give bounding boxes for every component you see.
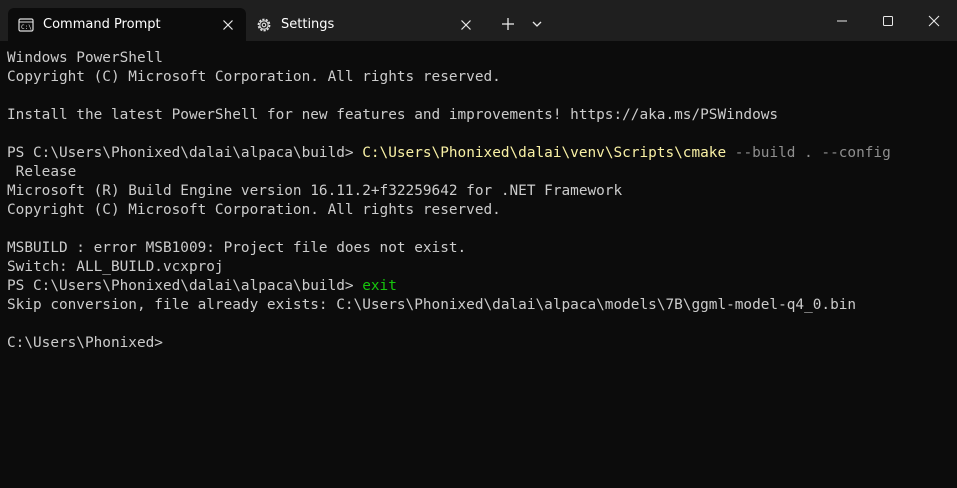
terminal-text: C:\Users\Phonixed> bbox=[7, 335, 163, 351]
gear-icon bbox=[256, 17, 272, 33]
terminal-text: Microsoft (R) Build Engine version 16.11… bbox=[7, 183, 623, 199]
terminal-line: Install the latest PowerShell for new fe… bbox=[7, 106, 952, 125]
terminal-text: exit bbox=[362, 278, 397, 294]
minimize-button[interactable] bbox=[819, 0, 865, 41]
close-icon bbox=[928, 15, 940, 27]
tab-command-prompt[interactable]: C:\ Command Prompt bbox=[8, 8, 246, 41]
terminal-text: Release bbox=[7, 164, 77, 180]
chevron-down-icon[interactable] bbox=[523, 10, 551, 38]
terminal-line: Switch: ALL_BUILD.vcxproj bbox=[7, 258, 952, 277]
close-tab-icon[interactable] bbox=[458, 17, 474, 33]
terminal-text: Switch: ALL_BUILD.vcxproj bbox=[7, 259, 224, 275]
terminal-line: PS C:\Users\Phonixed\dalai\alpaca\build>… bbox=[7, 144, 952, 163]
terminal-text: Copyright (C) Microsoft Corporation. All… bbox=[7, 69, 501, 85]
maximize-icon bbox=[883, 16, 893, 26]
terminal-line: MSBUILD : error MSB1009: Project file do… bbox=[7, 239, 952, 258]
terminal-line: Release bbox=[7, 163, 952, 182]
terminal-text: C:\Users\Phonixed\dalai\venv\Scripts\cma… bbox=[362, 145, 727, 161]
terminal-text: Windows PowerShell bbox=[7, 50, 163, 66]
terminal-line: Windows PowerShell bbox=[7, 49, 952, 68]
plus-icon[interactable] bbox=[494, 10, 522, 38]
terminal-text: MSBUILD : error MSB1009: Project file do… bbox=[7, 240, 467, 256]
tab-label: Command Prompt bbox=[43, 17, 161, 32]
terminal-text: PS C:\Users\Phonixed\dalai\alpaca\build> bbox=[7, 278, 363, 294]
title-bar[interactable]: C:\ Command Prompt Settings bbox=[0, 0, 957, 41]
terminal-text: --build . --config bbox=[726, 145, 891, 161]
minimize-icon bbox=[837, 20, 847, 22]
tab-label: Settings bbox=[281, 17, 335, 32]
terminal-text: Copyright (C) Microsoft Corporation. All… bbox=[7, 202, 501, 218]
terminal-line: Skip conversion, file already exists: C:… bbox=[7, 296, 952, 315]
terminal-line: Copyright (C) Microsoft Corporation. All… bbox=[7, 201, 952, 220]
close-tab-icon[interactable] bbox=[220, 17, 236, 33]
terminal-text: PS C:\Users\Phonixed\dalai\alpaca\build> bbox=[7, 145, 363, 161]
terminal-line: C:\Users\Phonixed> bbox=[7, 334, 952, 353]
terminal-icon: C:\ bbox=[18, 17, 34, 33]
terminal-text: Install the latest PowerShell for new fe… bbox=[7, 107, 779, 123]
terminal-line: Copyright (C) Microsoft Corporation. All… bbox=[7, 68, 952, 87]
tab-settings[interactable]: Settings bbox=[246, 8, 484, 41]
terminal-line: PS C:\Users\Phonixed\dalai\alpaca\build>… bbox=[7, 277, 952, 296]
close-window-button[interactable] bbox=[911, 0, 957, 41]
terminal-window: C:\ Command Prompt Settings Windows Powe… bbox=[0, 0, 957, 488]
terminal-output: Windows PowerShell Copyright (C) Microsof… bbox=[7, 49, 952, 353]
terminal-pane[interactable]: Windows PowerShell Copyright (C) Microsof… bbox=[0, 41, 957, 488]
svg-text:C:\: C:\ bbox=[21, 24, 32, 31]
terminal-line: Microsoft (R) Build Engine version 16.11… bbox=[7, 182, 952, 201]
terminal-text: Skip conversion, file already exists: C:… bbox=[7, 297, 857, 313]
maximize-button[interactable] bbox=[865, 0, 911, 41]
